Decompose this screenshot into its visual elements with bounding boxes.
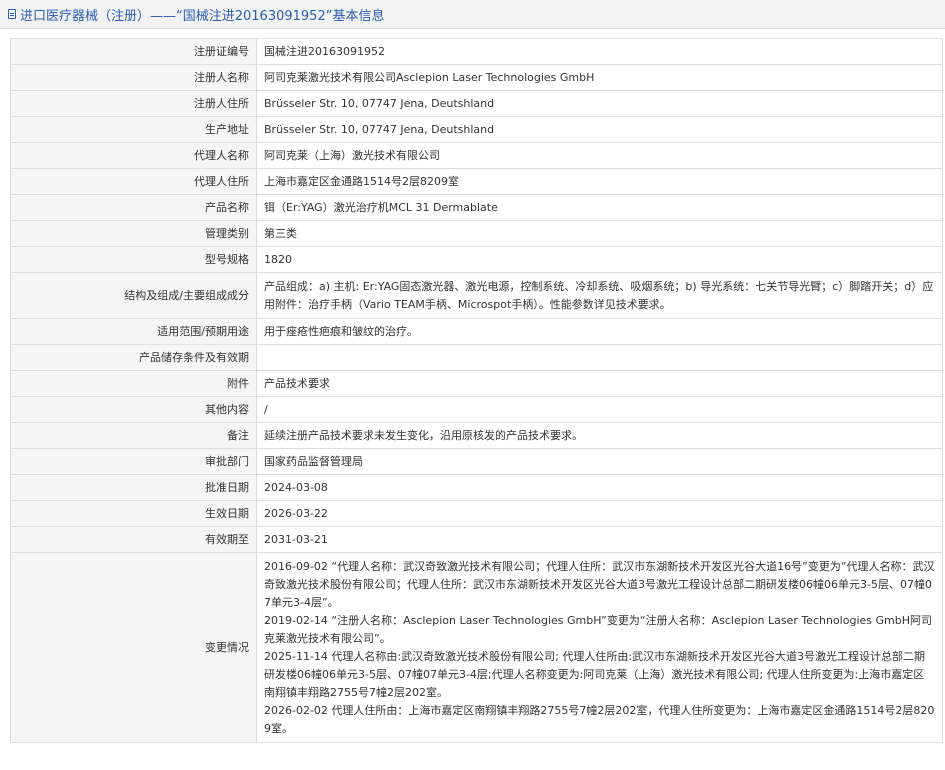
field-label: 附件 [10,370,257,397]
field-label: 代理人住所 [10,168,257,195]
field-value: 用于痤疮性疤痕和皱纹的治疗。 [256,318,943,345]
field-label: 注册人名称 [10,64,257,91]
table-row: 注册人名称 阿司克莱激光技术有限公司Asclepion Laser Techno… [10,64,943,91]
table-row: 型号规格 1820 [10,246,943,273]
table-row: 产品名称 铒（Er:YAG）激光治疗机MCL 31 Dermablate [10,194,943,221]
table-row: 生产地址 Brüsseler Str. 10, 07747 Jena, Deut… [10,116,943,143]
table-row: 注册人住所 Brüsseler Str. 10, 07747 Jena, Deu… [10,90,943,117]
field-label: 变更情况 [10,552,257,743]
table-row: 代理人住所 上海市嘉定区金通路1514号2层8209室 [10,168,943,195]
field-label: 注册人住所 [10,90,257,117]
table-row: 管理类别 第三类 [10,220,943,247]
table-row: 审批部门 国家药品监督管理局 [10,448,943,475]
field-value: 2024-03-08 [256,474,943,501]
change-history-row: 变更情况 2016-09-02 “代理人名称：武汉奇致激光技术有限公司；代理人住… [10,552,943,743]
field-label: 备注 [10,422,257,449]
field-label: 其他内容 [10,396,257,423]
field-label: 代理人名称 [10,142,257,169]
change-entry: 2016-09-02 “代理人名称：武汉奇致激光技术有限公司；代理人住所：武汉市… [264,560,935,609]
field-label: 产品名称 [10,194,257,221]
field-value: 国械注进20163091952 [256,38,943,65]
info-table: 注册证编号 国械注进20163091952 注册人名称 阿司克莱激光技术有限公司… [10,38,943,743]
field-label: 注册证编号 [10,38,257,65]
field-value: 2026-03-22 [256,500,943,527]
document-icon [8,9,16,19]
field-value: 2031-03-21 [256,526,943,553]
field-value: 国家药品监督管理局 [256,448,943,475]
page-title: 进口医疗器械（注册）——“国械注进20163091952”基本信息 [20,8,385,24]
page-header: 进口医疗器械（注册）——“国械注进20163091952”基本信息 [0,0,945,29]
field-label: 审批部门 [10,448,257,475]
field-value: / [256,396,943,423]
field-value: Brüsseler Str. 10, 07747 Jena, Deutshlan… [256,116,943,143]
change-entry: 2026-02-02 代理人住所由：上海市嘉定区南翔镇丰翔路2755号7幢2层2… [264,704,935,735]
table-row: 产品储存条件及有效期 [10,344,943,371]
table-row: 结构及组成/主要组成成分 产品组成：a) 主机: Er:YAG固态激光器、激光电… [10,272,943,319]
table-row: 注册证编号 国械注进20163091952 [10,38,943,65]
table-row: 批准日期 2024-03-08 [10,474,943,501]
field-label: 产品储存条件及有效期 [10,344,257,371]
field-value: 第三类 [256,220,943,247]
table-row: 有效期至 2031-03-21 [10,526,943,553]
table-row: 生效日期 2026-03-22 [10,500,943,527]
change-entry: 2025-11-14 代理人名称由:武汉奇致激光技术股份有限公司; 代理人住所由… [264,650,926,699]
field-value: 阿司克莱激光技术有限公司Asclepion Laser Technologies… [256,64,943,91]
field-value: 产品技术要求 [256,370,943,397]
field-value: 1820 [256,246,943,273]
table-row: 附件 产品技术要求 [10,370,943,397]
field-value: 上海市嘉定区金通路1514号2层8209室 [256,168,943,195]
field-value [256,344,943,371]
field-label: 生产地址 [10,116,257,143]
table-row: 备注 延续注册产品技术要求未发生变化，沿用原核发的产品技术要求。 [10,422,943,449]
field-label: 适用范围/预期用途 [10,318,257,345]
field-value: 阿司克莱（上海）激光技术有限公司 [256,142,943,169]
change-history-value: 2016-09-02 “代理人名称：武汉奇致激光技术有限公司；代理人住所：武汉市… [256,552,943,743]
field-label: 有效期至 [10,526,257,553]
table-row: 代理人名称 阿司克莱（上海）激光技术有限公司 [10,142,943,169]
field-label: 结构及组成/主要组成成分 [10,272,257,319]
field-label: 型号规格 [10,246,257,273]
field-value: 延续注册产品技术要求未发生变化，沿用原核发的产品技术要求。 [256,422,943,449]
field-value: 产品组成：a) 主机: Er:YAG固态激光器、激光电源，控制系统、冷却系统、吸… [256,272,943,319]
table-row: 适用范围/预期用途 用于痤疮性疤痕和皱纹的治疗。 [10,318,943,345]
field-value: 铒（Er:YAG）激光治疗机MCL 31 Dermablate [256,194,943,221]
field-value: Brüsseler Str. 10, 07747 Jena, Deutshlan… [256,90,943,117]
field-label: 批准日期 [10,474,257,501]
table-row: 其他内容 / [10,396,943,423]
field-label: 管理类别 [10,220,257,247]
change-entry: 2019-02-14 “注册人名称：Asclepion Laser Techno… [264,614,932,645]
field-label: 生效日期 [10,500,257,527]
